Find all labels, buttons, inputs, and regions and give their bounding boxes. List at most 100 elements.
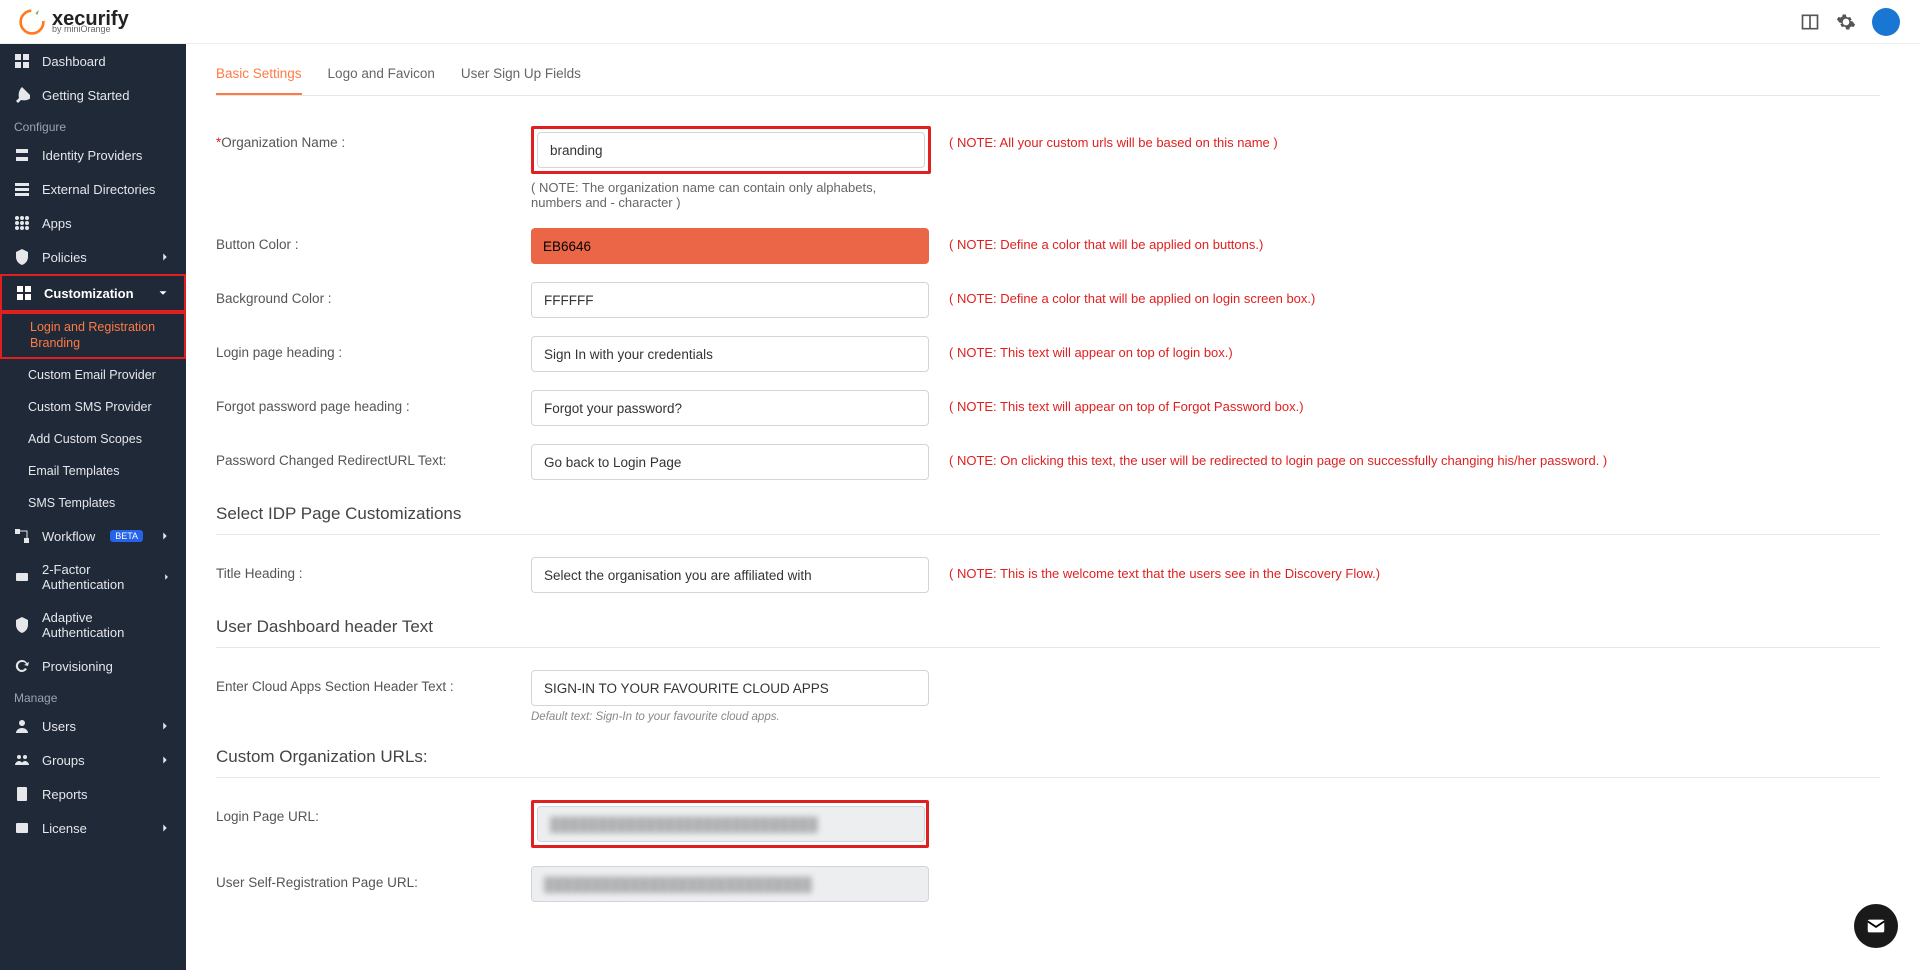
sidebar-label: Add Custom Scopes (28, 432, 142, 446)
sidebar: Dashboard Getting Started Configure Iden… (0, 44, 186, 970)
brand-logo[interactable]: xecurify by miniOrange (10, 8, 129, 36)
sidebar-item-getting-started[interactable]: Getting Started (0, 78, 186, 112)
row-org-name: *Organization Name : ( NOTE: The organiz… (216, 126, 1880, 210)
sidebar-item-external-directories[interactable]: External Directories (0, 172, 186, 206)
sidebar-item-groups[interactable]: Groups (0, 743, 186, 777)
rocket-icon (14, 87, 30, 103)
sidebar-label: Reports (42, 787, 88, 802)
input-button-color[interactable] (531, 228, 929, 264)
row-login-url: Login Page URL: ████████████████████████… (216, 800, 1880, 848)
sidebar-item-2fa[interactable]: 2-Factor Authentication (0, 553, 186, 601)
beta-badge: BETA (110, 530, 143, 542)
sidebar-item-workflow[interactable]: Workflow BETA (0, 519, 186, 553)
label-forgot-heading: Forgot password page heading : (216, 390, 531, 414)
label-button-color: Button Color : (216, 228, 531, 252)
sidebar-sub-email-templates[interactable]: Email Templates (0, 455, 186, 487)
input-bg-color[interactable] (531, 282, 929, 318)
input-title-heading[interactable] (531, 557, 929, 593)
main-content: Basic Settings Logo and Favicon User Sig… (186, 44, 1920, 970)
sidebar-label: Groups (42, 753, 85, 768)
tab-basic-settings[interactable]: Basic Settings (216, 56, 302, 95)
brand-icon (18, 8, 46, 36)
topbar: xecurify by miniOrange (0, 0, 1920, 44)
label-cloud-apps: Enter Cloud Apps Section Header Text : (216, 670, 531, 694)
sidebar-item-license[interactable]: License (0, 811, 186, 845)
label-selfreg-url: User Self-Registration Page URL: (216, 866, 531, 890)
groups-icon (14, 752, 30, 768)
input-forgot-heading[interactable] (531, 390, 929, 426)
input-selfreg-url: ████████████████████████████ (531, 866, 929, 902)
brand-subtext: by miniOrange (52, 25, 129, 34)
row-forgot-heading: Forgot password page heading : ( NOTE: T… (216, 390, 1880, 426)
input-org-name[interactable] (537, 132, 925, 168)
note-pwd-changed: ( NOTE: On clicking this text, the user … (949, 444, 1880, 468)
hint-cloud-apps: Default text: Sign-In to your favourite … (531, 711, 929, 723)
sidebar-item-customization[interactable]: Customization (2, 276, 184, 310)
input-cloud-apps[interactable] (531, 670, 929, 706)
chevron-right-icon (158, 250, 172, 264)
sidebar-label: License (42, 821, 87, 836)
sidebar-item-identity-providers[interactable]: Identity Providers (0, 138, 186, 172)
idp-icon (14, 147, 30, 163)
sidebar-item-provisioning[interactable]: Provisioning (0, 649, 186, 683)
apps-icon (14, 215, 30, 231)
sidebar-item-dashboard[interactable]: Dashboard (0, 44, 186, 78)
input-login-url: ████████████████████████████ (537, 806, 925, 842)
reports-icon (14, 786, 30, 802)
mail-icon (1865, 915, 1887, 937)
note-title-heading: ( NOTE: This is the welcome text that th… (949, 557, 1880, 581)
label-org-name: *Organization Name : (216, 126, 531, 150)
tab-signup-fields[interactable]: User Sign Up Fields (461, 56, 581, 95)
label-login-heading: Login page heading : (216, 336, 531, 360)
sidebar-label: Dashboard (42, 54, 106, 69)
label-title-heading: Title Heading : (216, 557, 531, 581)
sidebar-sub-sms-templates[interactable]: SMS Templates (0, 487, 186, 519)
section-urls: Custom Organization URLs: (216, 747, 1880, 778)
row-pwd-changed: Password Changed RedirectURL Text: ( NOT… (216, 444, 1880, 480)
sidebar-label: Users (42, 719, 76, 734)
chevron-down-icon (156, 286, 170, 300)
subnote-org-name: ( NOTE: The organization name can contai… (531, 180, 929, 210)
sidebar-item-apps[interactable]: Apps (0, 206, 186, 240)
sidebar-sub-custom-email[interactable]: Custom Email Provider (0, 359, 186, 391)
sidebar-sub-custom-sms[interactable]: Custom SMS Provider (0, 391, 186, 423)
row-login-heading: Login page heading : ( NOTE: This text w… (216, 336, 1880, 372)
sidebar-item-reports[interactable]: Reports (0, 777, 186, 811)
input-pwd-changed[interactable] (531, 444, 929, 480)
sidebar-label: Apps (42, 216, 72, 231)
docs-icon[interactable] (1800, 12, 1820, 32)
chevron-right-icon (158, 529, 172, 543)
tab-logo-favicon[interactable]: Logo and Favicon (328, 56, 435, 95)
chevron-right-icon (161, 570, 172, 584)
chevron-right-icon (158, 719, 172, 733)
row-cloud-apps: Enter Cloud Apps Section Header Text : D… (216, 670, 1880, 723)
twofactor-icon (14, 569, 30, 585)
chat-fab[interactable] (1854, 904, 1898, 948)
sidebar-item-users[interactable]: Users (0, 709, 186, 743)
sidebar-label: Customization (44, 286, 134, 301)
dashboard-icon (14, 53, 30, 69)
sidebar-item-adaptive[interactable]: Adaptive Authentication (0, 601, 186, 649)
tabs: Basic Settings Logo and Favicon User Sig… (216, 56, 1880, 96)
chevron-right-icon (158, 753, 172, 767)
sidebar-label: Workflow (42, 529, 95, 544)
sidebar-sub-add-scopes[interactable]: Add Custom Scopes (0, 423, 186, 455)
input-login-heading[interactable] (531, 336, 929, 372)
directories-icon (14, 181, 30, 197)
note-org-name: ( NOTE: All your custom urls will be bas… (949, 126, 1880, 150)
label-login-url: Login Page URL: (216, 800, 531, 824)
row-title-heading: Title Heading : ( NOTE: This is the welc… (216, 557, 1880, 593)
sidebar-label: Login and Registration Branding (30, 320, 174, 351)
workflow-icon (14, 528, 30, 544)
note-bg-color: ( NOTE: Define a color that will be appl… (949, 282, 1880, 306)
row-bg-color: Background Color : ( NOTE: Define a colo… (216, 282, 1880, 318)
avatar[interactable] (1872, 8, 1900, 36)
customization-icon (16, 285, 32, 301)
sidebar-item-policies[interactable]: Policies (0, 240, 186, 274)
label-pwd-changed: Password Changed RedirectURL Text: (216, 444, 531, 468)
gear-icon[interactable] (1836, 12, 1856, 32)
sync-icon (14, 658, 30, 674)
sidebar-label: 2-Factor Authentication (42, 562, 149, 592)
topbar-actions (1800, 8, 1900, 36)
sidebar-sub-login-branding[interactable]: Login and Registration Branding (0, 312, 186, 359)
